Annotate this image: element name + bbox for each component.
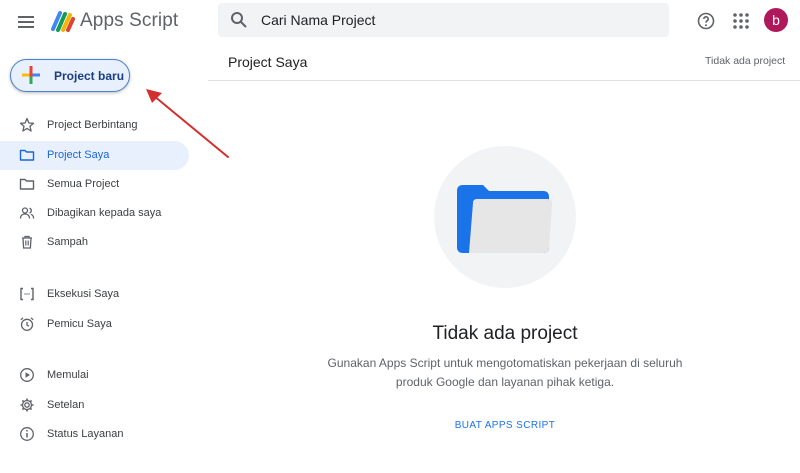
- sidebar-item-executions[interactable]: Eksekusi Saya: [0, 280, 189, 309]
- info-icon: [19, 426, 35, 442]
- avatar[interactable]: b: [764, 8, 788, 32]
- play-circle-icon: [19, 367, 35, 383]
- search-bar[interactable]: Cari Nama Project: [218, 3, 669, 37]
- empty-state-heading: Tidak ada project: [432, 323, 578, 344]
- alarm-icon: [19, 316, 35, 332]
- sidebar-item-label: Sampah: [47, 236, 88, 248]
- apps-script-logo-icon: [50, 9, 76, 33]
- description-line: produk Google dan layanan pihak ketiga.: [395, 375, 615, 389]
- gear-icon: [19, 397, 35, 413]
- search-icon: [230, 11, 248, 29]
- trash-icon: [19, 234, 35, 250]
- sidebar-item-label: Project Saya: [47, 149, 110, 161]
- people-icon: [19, 205, 35, 221]
- sidebar-item-triggers[interactable]: Pemicu Saya: [0, 310, 189, 339]
- sidebar-item-label: Eksekusi Saya: [47, 288, 120, 300]
- create-apps-script-link[interactable]: BUAT APPS SCRIPT: [430, 420, 580, 431]
- sidebar-item-label: Setelan: [47, 399, 85, 411]
- folder-icon: [19, 147, 35, 163]
- sidebar-item-label: Pemicu Saya: [47, 318, 112, 330]
- sidebar-item-all-projects[interactable]: Semua Project: [0, 170, 189, 199]
- sidebar-item-label: Semua Project: [47, 178, 120, 190]
- sidebar-item-service-status[interactable]: Status Layanan: [0, 420, 189, 449]
- page-title: Project Saya: [228, 54, 308, 70]
- empty-state-description: Gunakan Apps Script untuk mengotomatiska…: [315, 354, 695, 392]
- project-count-status: Tidak ada project: [705, 55, 786, 67]
- description-line: Gunakan Apps Script untuk mengotomatiska…: [327, 356, 683, 370]
- app-title: Apps Script: [80, 10, 179, 31]
- apps-grid-icon[interactable]: [733, 13, 749, 29]
- sidebar-item-my-projects[interactable]: Project Saya: [0, 141, 189, 170]
- sidebar-item-getting-started[interactable]: Memulai: [0, 361, 189, 390]
- new-project-button[interactable]: Project baru: [10, 59, 130, 92]
- help-icon[interactable]: [697, 12, 715, 30]
- sidebar-item-label: Project Berbintang: [47, 119, 138, 131]
- sidebar-item-settings[interactable]: Setelan: [0, 391, 189, 420]
- new-project-label: Project baru: [54, 69, 125, 83]
- sidebar-item-shared[interactable]: Dibagikan kepada saya: [0, 199, 189, 228]
- folder-illustration-icon: [457, 185, 553, 253]
- sidebar-item-label: Status Layanan: [47, 428, 124, 440]
- executions-icon: [19, 286, 35, 302]
- search-input[interactable]: Cari Nama Project: [261, 12, 375, 28]
- plus-icon: [22, 66, 40, 84]
- sidebar-item-label: Dibagikan kepada saya: [47, 207, 162, 219]
- folder-icon: [19, 176, 35, 192]
- star-icon: [19, 117, 35, 133]
- sidebar-item-trash[interactable]: Sampah: [0, 228, 189, 257]
- sidebar-item-starred[interactable]: Project Berbintang: [0, 111, 189, 140]
- header-divider: [208, 80, 800, 81]
- main-menu-icon[interactable]: [14, 10, 38, 34]
- sidebar-item-label: Memulai: [47, 369, 89, 381]
